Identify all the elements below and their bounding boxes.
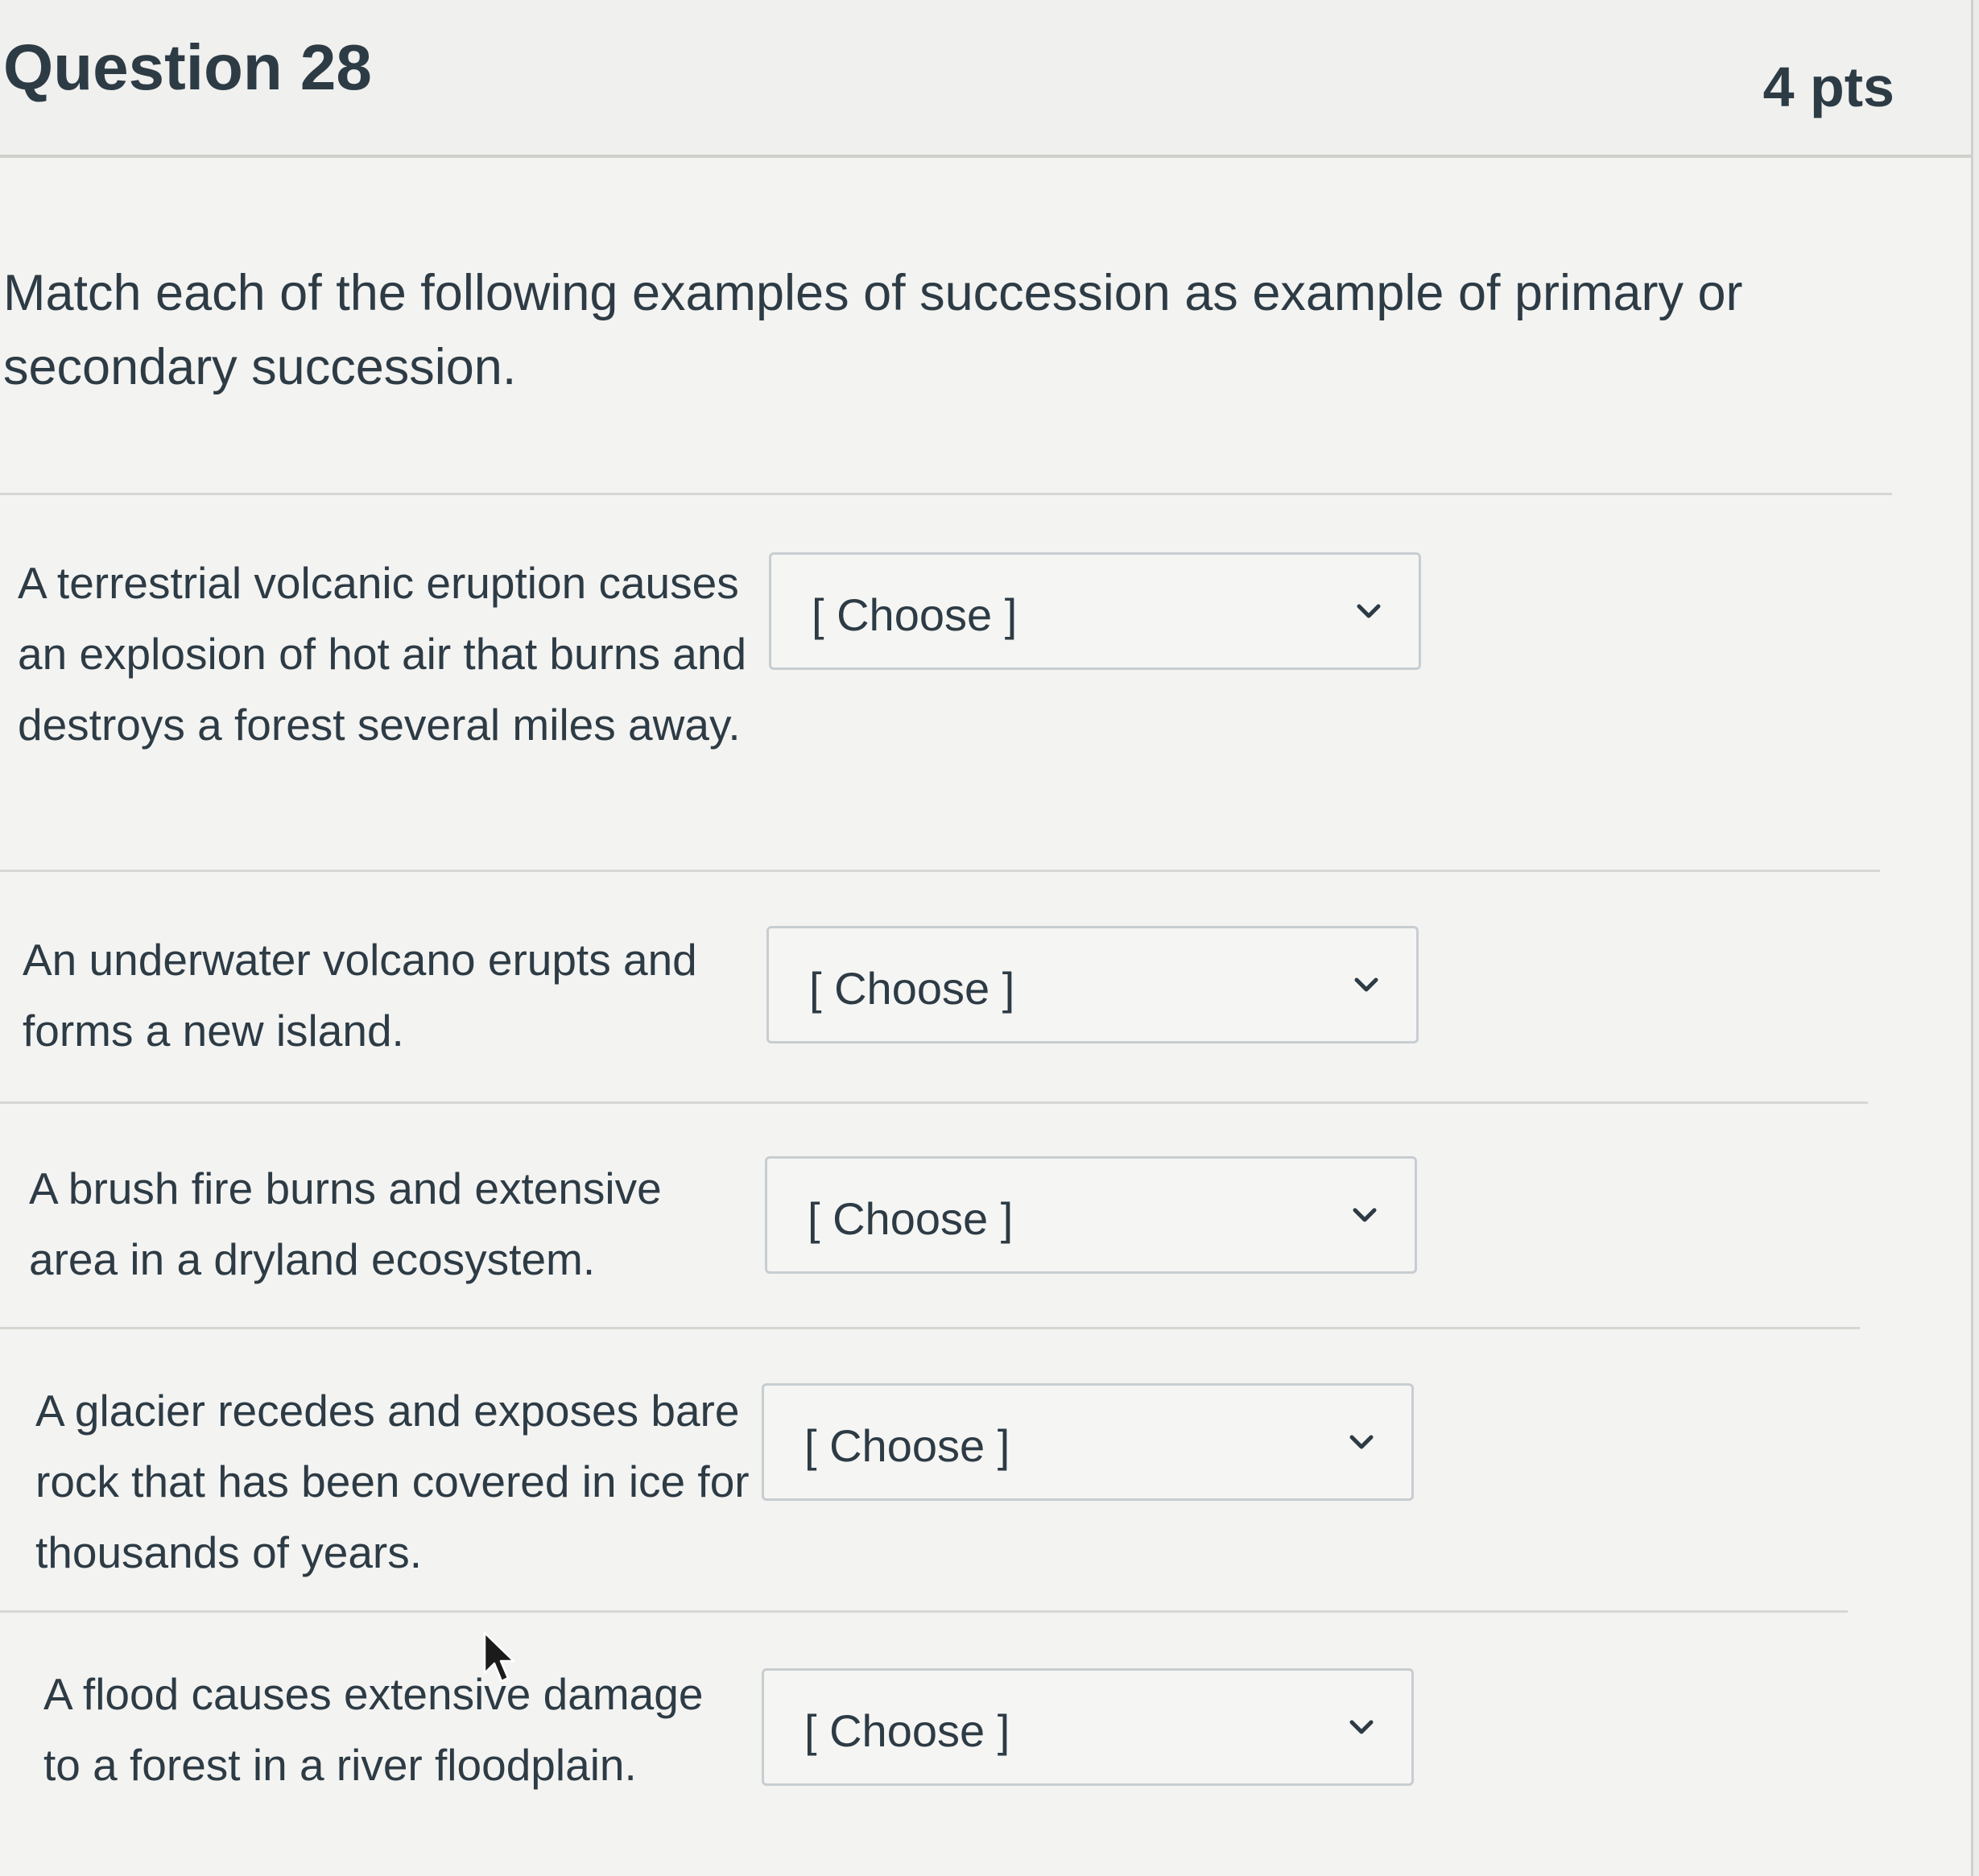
- chevron-down-icon: [1349, 1435, 1374, 1449]
- chevron-down-icon: [1353, 1208, 1377, 1222]
- divider: [0, 493, 1892, 495]
- divider: [0, 870, 1880, 872]
- answer-label: A glacier recedes and exposes bare rock …: [35, 1386, 750, 1577]
- question-card: Question 28 4 pts Match each of the foll…: [0, 0, 1973, 1876]
- divider: [0, 1327, 1860, 1329]
- match-row-4: A glacier recedes and exposes bare rock …: [0, 1375, 1876, 1609]
- answer-select[interactable]: [ Choose ]: [766, 926, 1419, 1043]
- answer-label: A terrestrial volcanic eruption causes a…: [18, 558, 747, 750]
- select-value: [ Choose ]: [808, 1193, 1014, 1244]
- divider: [0, 1101, 1868, 1104]
- question-title: Question 28: [3, 31, 372, 103]
- match-row-1: A terrestrial volcanic eruption causes a…: [0, 548, 1876, 870]
- divider: [0, 1610, 1848, 1613]
- chevron-down-icon: [1357, 604, 1381, 618]
- select-value: [ Choose ]: [812, 589, 1018, 640]
- question-header: Question 28 4 pts: [0, 0, 1971, 158]
- select-value: [ Choose ]: [804, 1420, 1010, 1471]
- question-points: 4 pts: [1762, 56, 1894, 118]
- select-value: [ Choose ]: [804, 1705, 1010, 1756]
- answer-select[interactable]: [ Choose ]: [765, 1156, 1417, 1274]
- match-row-5: A flood causes extensive damage to a for…: [0, 1659, 1876, 1844]
- mouse-pointer-icon: [483, 1631, 515, 1683]
- match-row-3: A brush fire burns and extensive area in…: [0, 1153, 1876, 1330]
- match-row-2: An underwater volcano erupts and forms a…: [0, 924, 1876, 1101]
- select-value: [ Choose ]: [809, 963, 1015, 1014]
- question-prompt: Match each of the following examples of …: [3, 265, 1743, 395]
- answer-select[interactable]: [ Choose ]: [762, 1383, 1414, 1501]
- answer-label: A brush fire burns and extensive area in…: [29, 1163, 662, 1284]
- answer-select[interactable]: [ Choose ]: [769, 552, 1421, 670]
- chevron-down-icon: [1354, 977, 1378, 992]
- answer-label: An underwater volcano erupts and forms a…: [23, 935, 697, 1056]
- answer-select[interactable]: [ Choose ]: [762, 1668, 1414, 1786]
- chevron-down-icon: [1349, 1720, 1374, 1734]
- answer-label: A flood causes extensive damage to a for…: [43, 1669, 704, 1790]
